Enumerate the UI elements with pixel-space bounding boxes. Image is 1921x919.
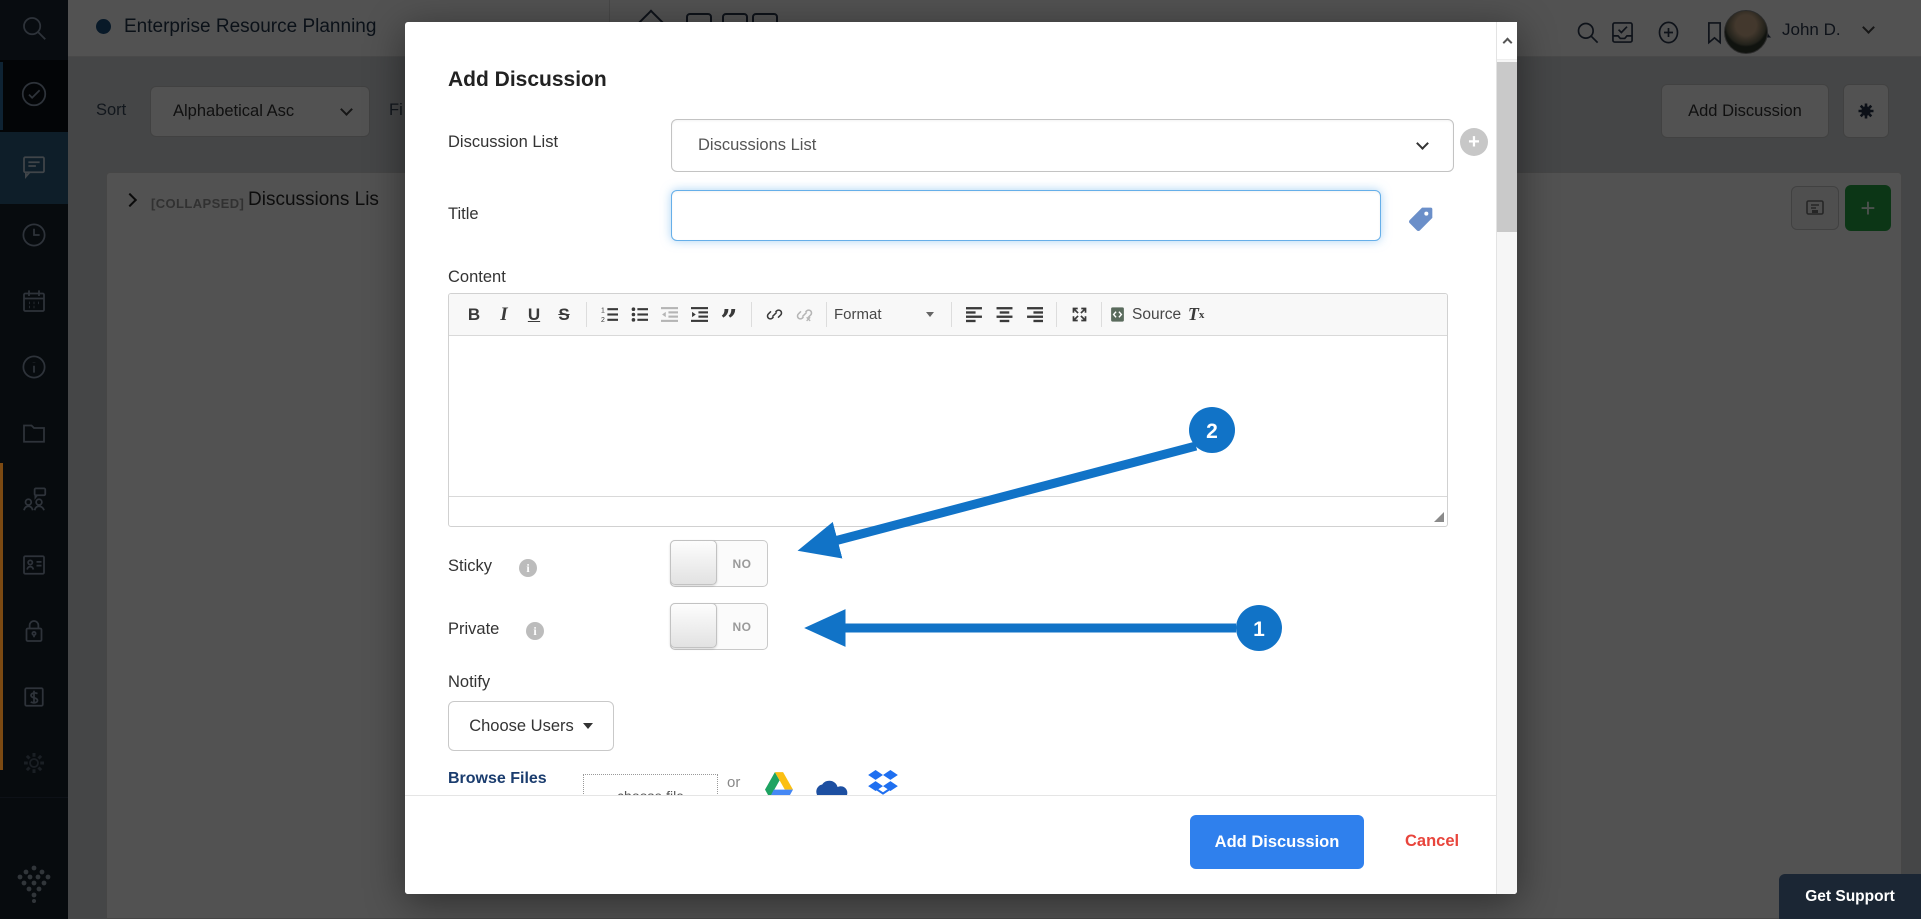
- editor-toolbar: B I U S 12 ”: [449, 294, 1447, 336]
- bold-button[interactable]: B: [459, 300, 489, 330]
- outdent-button: [654, 300, 684, 330]
- browse-files-label: Browse Files: [448, 770, 547, 788]
- private-toggle[interactable]: NO: [670, 603, 768, 650]
- modal-add-discussion-button[interactable]: Add Discussion: [1190, 815, 1364, 869]
- orange-edge-strip: [0, 463, 3, 770]
- italic-button[interactable]: I: [489, 300, 519, 330]
- toggle-knob: [670, 540, 717, 585]
- caret-down-icon: [583, 723, 593, 729]
- maximize-button[interactable]: [1064, 300, 1094, 330]
- remove-format-button[interactable]: Tx: [1181, 300, 1211, 330]
- align-center-button[interactable]: [989, 300, 1019, 330]
- editor-status-bar: [449, 496, 1447, 525]
- choose-users-button[interactable]: Choose Users: [448, 701, 614, 751]
- modal-footer: Add Discussion Cancel: [405, 795, 1517, 894]
- title-input[interactable]: [671, 190, 1381, 241]
- underline-button[interactable]: U: [519, 300, 549, 330]
- sticky-toggle-value: NO: [717, 541, 767, 586]
- add-discussion-modal: Add Discussion Discussion List Discussio…: [405, 22, 1517, 894]
- align-left-button[interactable]: [959, 300, 989, 330]
- source-doc-icon: [1109, 306, 1126, 323]
- chevron-down-icon: [1416, 137, 1429, 150]
- sticky-info-icon[interactable]: i: [519, 559, 537, 577]
- content-label: Content: [448, 268, 506, 287]
- add-list-button[interactable]: +: [1460, 128, 1488, 156]
- resize-grip[interactable]: [1434, 512, 1444, 522]
- modal-scrollbar[interactable]: [1496, 22, 1517, 894]
- modal-cancel-button[interactable]: Cancel: [1405, 832, 1459, 851]
- toggle-knob: [670, 603, 717, 648]
- ordered-list-button[interactable]: 12: [594, 300, 624, 330]
- plus-icon: +: [1468, 132, 1480, 152]
- bullet-list-button[interactable]: [624, 300, 654, 330]
- chevron-up-icon: [1502, 38, 1512, 48]
- sticky-toggle[interactable]: NO: [670, 540, 768, 587]
- or-label: or: [727, 774, 740, 791]
- discussion-list-value: Discussions List: [698, 136, 816, 155]
- private-info-icon[interactable]: i: [526, 622, 544, 640]
- svg-text:2: 2: [601, 317, 605, 323]
- tag-icon[interactable]: [1405, 203, 1437, 240]
- link-button[interactable]: [759, 300, 789, 330]
- discussion-list-select[interactable]: Discussions List: [671, 119, 1454, 172]
- notify-label: Notify: [448, 673, 490, 692]
- strikethrough-button[interactable]: S: [549, 300, 579, 330]
- scrollbar-thumb[interactable]: [1497, 62, 1517, 232]
- format-dropdown[interactable]: Format: [834, 300, 908, 330]
- badge-1-circle: [1236, 605, 1282, 651]
- discussion-list-label: Discussion List: [448, 133, 558, 152]
- modal-title: Add Discussion: [448, 68, 607, 92]
- title-label: Title: [448, 205, 479, 224]
- blockquote-button[interactable]: ”: [714, 300, 744, 330]
- sticky-label: Sticky: [448, 557, 492, 576]
- format-caret-icon[interactable]: [926, 312, 934, 317]
- align-right-button[interactable]: [1019, 300, 1049, 330]
- scroll-up-button[interactable]: [1497, 22, 1517, 60]
- svg-text:1: 1: [601, 307, 605, 314]
- private-label: Private: [448, 620, 499, 639]
- unlink-button: [789, 300, 819, 330]
- private-toggle-value: NO: [717, 604, 767, 649]
- get-support-button[interactable]: Get Support: [1779, 874, 1921, 919]
- badge-1: 1: [1253, 618, 1265, 641]
- editor-content-area[interactable]: [449, 336, 1447, 496]
- source-button[interactable]: Source: [1109, 300, 1181, 330]
- rich-text-editor: B I U S 12 ”: [448, 293, 1448, 527]
- indent-button[interactable]: [684, 300, 714, 330]
